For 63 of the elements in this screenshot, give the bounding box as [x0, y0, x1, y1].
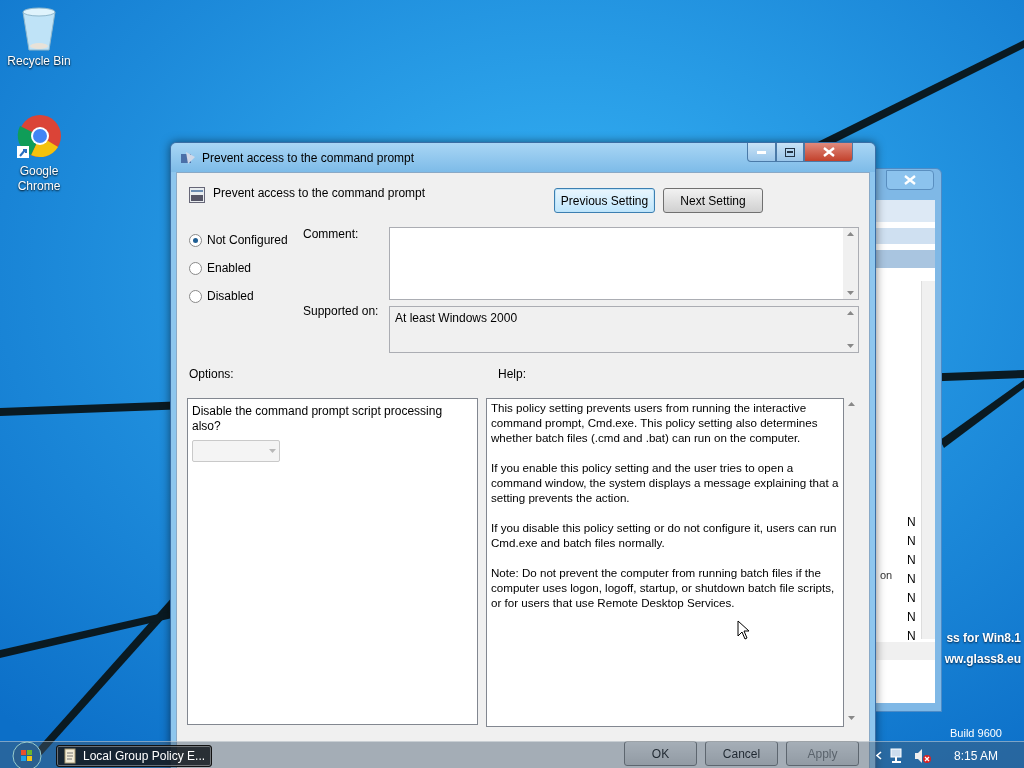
radio-circle[interactable]: [189, 233, 202, 247]
radio-circle[interactable]: [189, 289, 202, 303]
chevron-icon[interactable]: [875, 751, 882, 760]
scroll-up-icon: [847, 232, 854, 236]
comment-label: Comment:: [303, 227, 360, 241]
radio-option[interactable]: Enabled: [189, 259, 303, 277]
table-cell-text: N: [907, 590, 916, 607]
radio-circle[interactable]: [189, 261, 202, 275]
close-icon: [904, 175, 916, 185]
start-button[interactable]: [12, 740, 42, 768]
clock[interactable]: 8:15 AM: [953, 748, 998, 763]
table-cell-text: N: [907, 571, 916, 588]
scroll-up-icon: [848, 402, 855, 406]
table-cell-text: N: [907, 514, 916, 531]
help-paragraph: If you enable this policy setting and the user tries to open a command window, the system displays a message explaining that a setting prevents the action.: [491, 460, 839, 505]
scrollbar[interactable]: [921, 281, 935, 639]
dialog-button[interactable]: Cancel: [705, 741, 778, 766]
setting-nav-button[interactable]: Next Setting: [663, 188, 763, 213]
policy-icon: [180, 150, 196, 165]
option-prompt: Disable the command prompt script processing also?: [192, 404, 444, 434]
table-cell-text: N: [907, 609, 916, 626]
mouse-pointer-icon: [737, 620, 750, 640]
scroll-down-icon: [848, 716, 855, 720]
radio-option[interactable]: Disabled: [189, 287, 303, 305]
scroll-up-icon: [847, 311, 854, 315]
close-button[interactable]: [886, 170, 934, 190]
options-label: Options:: [189, 367, 235, 381]
supported-on-label: Supported on:: [303, 304, 380, 318]
setting-nav-button[interactable]: Previous Setting: [554, 188, 655, 213]
supported-on-value: At least Windows 2000: [394, 310, 519, 327]
radio-option[interactable]: Not Configured: [189, 231, 303, 249]
minimize-icon: [757, 150, 766, 154]
close-icon: [822, 147, 835, 157]
recycle-bin-icon[interactable]: [19, 6, 59, 52]
watermark-text: ww.glass8.eu: [944, 652, 1021, 666]
scroll-document-icon: [63, 747, 77, 764]
scroll-down-icon: [847, 344, 854, 348]
help-paragraph: If you disable this policy setting or do not configure it, users can run Cmd.exe and batch files normally.: [491, 520, 838, 550]
maximize-icon: [785, 147, 795, 157]
dialog-button[interactable]: OK: [624, 741, 697, 766]
volume-muted-icon[interactable]: [913, 747, 932, 764]
watermark-text: ss for Win8.1: [946, 631, 1021, 645]
scrollbar[interactable]: [843, 228, 858, 299]
icon-label: Recycle Bin: [6, 54, 72, 69]
close-button[interactable]: [804, 143, 853, 162]
policy-setting-icon: [189, 187, 205, 203]
build-label: Build 9600: [950, 727, 1002, 739]
table-cell-text: N: [907, 552, 916, 569]
help-label: Help:: [498, 367, 527, 381]
table-cell-text: N: [907, 533, 916, 550]
taskbar-button[interactable]: Local Group Policy E...: [56, 744, 212, 767]
help-paragraph: This policy setting prevents users from running the interactive command prompt, Cmd.exe. This policy setting also determines whether batch files (.cmd and .bat) can run on the computer.: [491, 400, 819, 445]
minimize-button[interactable]: [747, 143, 776, 162]
caret-icon: [269, 449, 276, 453]
table-cell-text: N: [907, 628, 916, 645]
icon-label: Google Chrome: [16, 164, 62, 194]
help-paragraph: Note: Do not prevent the computer from running batch files if the computer uses logon, logoff, startup, or shutdown batch file scripts, or for users that use Remote Desktop Services.: [491, 565, 836, 610]
comment-field[interactable]: [389, 227, 859, 300]
setting-heading: Prevent access to the command prompt: [213, 186, 426, 200]
window-title: Prevent access to the command prompt: [202, 150, 415, 165]
scroll-down-icon: [847, 291, 854, 295]
cell-text: on: [880, 569, 893, 581]
maximize-button[interactable]: [776, 143, 804, 162]
